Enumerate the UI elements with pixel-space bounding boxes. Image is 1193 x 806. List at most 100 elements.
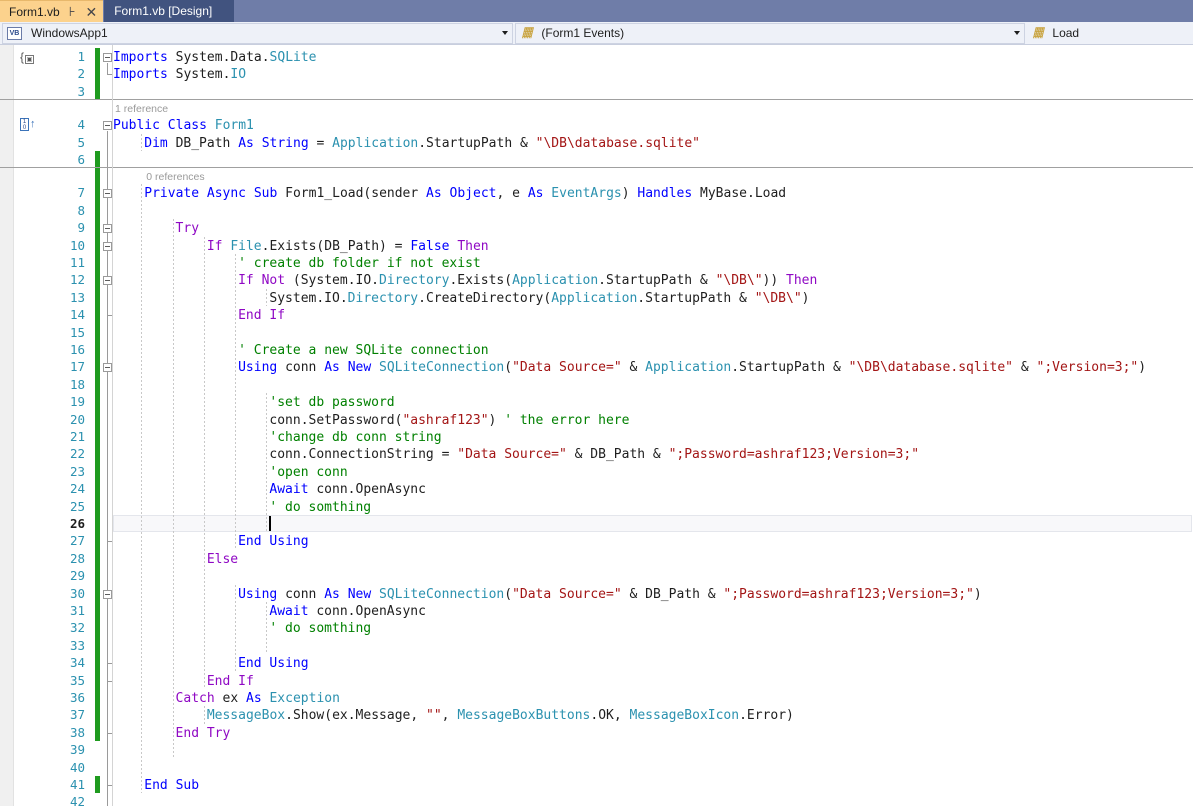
code-token-str: "Data Source=" — [512, 360, 622, 376]
code-token-pln: ) — [973, 586, 982, 602]
chevron-down-icon[interactable] — [1014, 31, 1020, 35]
line-number: 12 — [69, 272, 85, 288]
member-type-dropdown[interactable]: 𝄜 (Form1 Events) — [515, 22, 1025, 44]
line-number: 32 — [69, 620, 85, 636]
code-token-com: 'open conn — [269, 464, 348, 480]
code-line: End If — [238, 307, 285, 324]
code-token-str: ";Password=ashraf123;Version=3;" — [668, 447, 920, 463]
outlining-collapse-box[interactable] — [103, 589, 112, 599]
outlining-vertical-line — [107, 373, 108, 542]
code-token-pln: .Exists( — [449, 273, 513, 289]
code-token-pln: .OK, — [590, 708, 630, 724]
tab-form1-vb-design[interactable]: Form1.vb [Design] — [104, 0, 235, 22]
codelens-separator — [0, 99, 1193, 101]
code-line: Public Class Form1 — [113, 117, 254, 134]
pin-icon[interactable]: ⊦ — [69, 5, 76, 18]
code-token-typ: Directory — [379, 273, 450, 289]
code-token-pln: , — [441, 708, 458, 724]
code-token-typ: MessageBox — [206, 708, 286, 724]
code-line: ' Create a new SQLite connection — [238, 342, 488, 359]
codelens-reference-count[interactable]: 0 references — [146, 170, 204, 184]
outlining-collapse-box[interactable] — [103, 241, 112, 251]
chevron-down-icon[interactable] — [502, 31, 508, 35]
code-token-kw2: Then — [786, 273, 818, 289]
code-token-pln: .Exists(DB_Path) = — [261, 238, 411, 254]
code-token-kw2: End If — [238, 308, 286, 324]
close-icon[interactable]: ✕ — [85, 5, 97, 19]
change-bar-segment — [95, 151, 100, 742]
code-token-kw2: Else — [206, 551, 239, 567]
line-number: 21 — [69, 429, 85, 444]
line-number: 39 — [69, 742, 85, 758]
code-line: Else — [207, 551, 238, 568]
line-number: 38 — [69, 724, 85, 740]
line-number: 26 — [69, 516, 85, 531]
code-line: Imports System.IO — [113, 66, 246, 83]
line-number: 13 — [69, 289, 85, 305]
code-token-typ: Exception — [269, 691, 340, 706]
code-token-typ: Application — [512, 273, 599, 289]
code-token-pln: (System.IO. — [285, 273, 379, 289]
code-editor[interactable]: {▣ 1 0 ↑ 1 2 3 4 5 6 7 8 9 10 11 12 13 14 15 16 17 18 19 20 21 2… — [0, 45, 1193, 806]
code-token-kw: As — [527, 186, 544, 202]
outlining-collapse-box[interactable] — [103, 121, 112, 131]
outlining-collapse-box[interactable] — [103, 276, 112, 286]
line-number: 20 — [69, 411, 85, 427]
member-dropdown[interactable]: 𝄜 Load — [1027, 23, 1190, 44]
code-token-pln: conn.OpenAsync — [308, 482, 426, 498]
code-token-kw2: If — [206, 238, 223, 254]
outlining-collapse-box[interactable] — [103, 224, 112, 234]
glyph-margin[interactable]: {▣ 1 0 ↑ — [15, 45, 53, 806]
namespace-glyph-icon[interactable]: {▣ — [20, 50, 38, 64]
tab-form1-vb-code[interactable]: Form1.vb ⊦ ✕ — [0, 0, 104, 22]
line-number: 2 — [77, 66, 85, 82]
code-token-com: ' the error here — [504, 412, 630, 428]
code-token-pln — [340, 360, 348, 375]
code-token-pln — [371, 587, 379, 602]
code-token-pln: .StartupPath & — [418, 135, 536, 151]
line-number: 4 — [77, 117, 85, 133]
code-token-str: "Data Source=" — [512, 586, 622, 602]
code-token-str: "\DB\database.sqlite" — [535, 135, 701, 151]
member-dropdown-value: Load — [1052, 26, 1080, 40]
code-token-com: ' create db folder if not exist — [238, 256, 481, 271]
code-token-kw: New — [347, 586, 372, 602]
code-line: Try — [176, 220, 199, 237]
line-number: 14 — [69, 307, 85, 323]
code-line: 'open conn — [269, 464, 347, 481]
outlining-collapse-box[interactable] — [103, 363, 112, 373]
up-arrow-icon: ↑ — [30, 118, 36, 131]
code-token-mth: SetPassword — [308, 412, 395, 428]
code-line: Await conn.OpenAsync — [269, 603, 426, 620]
code-token-pln: Form1_Load(sender — [277, 186, 427, 202]
class-glyph-icon[interactable]: 1 0 ↑ — [20, 118, 36, 133]
code-line: End If — [207, 673, 254, 690]
line-number: 18 — [69, 376, 85, 392]
outlining-collapse-box[interactable] — [103, 189, 112, 199]
code-token-str: "Data Source=" — [457, 447, 567, 463]
code-line: 'change db conn string — [269, 429, 441, 446]
outlining-collapse-box[interactable] — [103, 53, 112, 62]
project-dropdown[interactable]: VB WindowsApp1 — [2, 22, 513, 44]
code-token-pln: System.IO. — [269, 290, 348, 306]
code-token-kw: False — [410, 238, 450, 254]
codelens-reference-count[interactable]: 1 reference — [115, 102, 168, 116]
line-number: 33 — [69, 637, 85, 653]
code-token-kw: Private Async Sub — [144, 186, 278, 202]
code-token-kw: Await — [269, 482, 309, 498]
line-number: 9 — [77, 220, 85, 236]
code-token-pln: . — [285, 708, 293, 724]
code-text-area[interactable]: 1 reference 0 references Imports System.Da… — [113, 45, 1193, 806]
code-token-str: "\DB\" — [754, 290, 802, 306]
code-token-typ: Application — [332, 135, 419, 151]
code-token-typ: SQLite — [269, 50, 317, 65]
code-token-str: ";Password=ashraf123;Version=3;" — [723, 586, 974, 602]
code-line: MessageBox.Show(ex.Message, "", MessageB… — [207, 707, 794, 724]
line-number: 41 — [69, 777, 85, 792]
selection-margin[interactable] — [0, 45, 14, 806]
code-token-kw: As — [238, 135, 254, 151]
code-token-typ: Application — [551, 290, 638, 306]
code-token-kw2: End If — [206, 673, 254, 689]
change-bar-segment — [95, 48, 100, 101]
code-token-typ: SQLiteConnection — [379, 586, 505, 602]
